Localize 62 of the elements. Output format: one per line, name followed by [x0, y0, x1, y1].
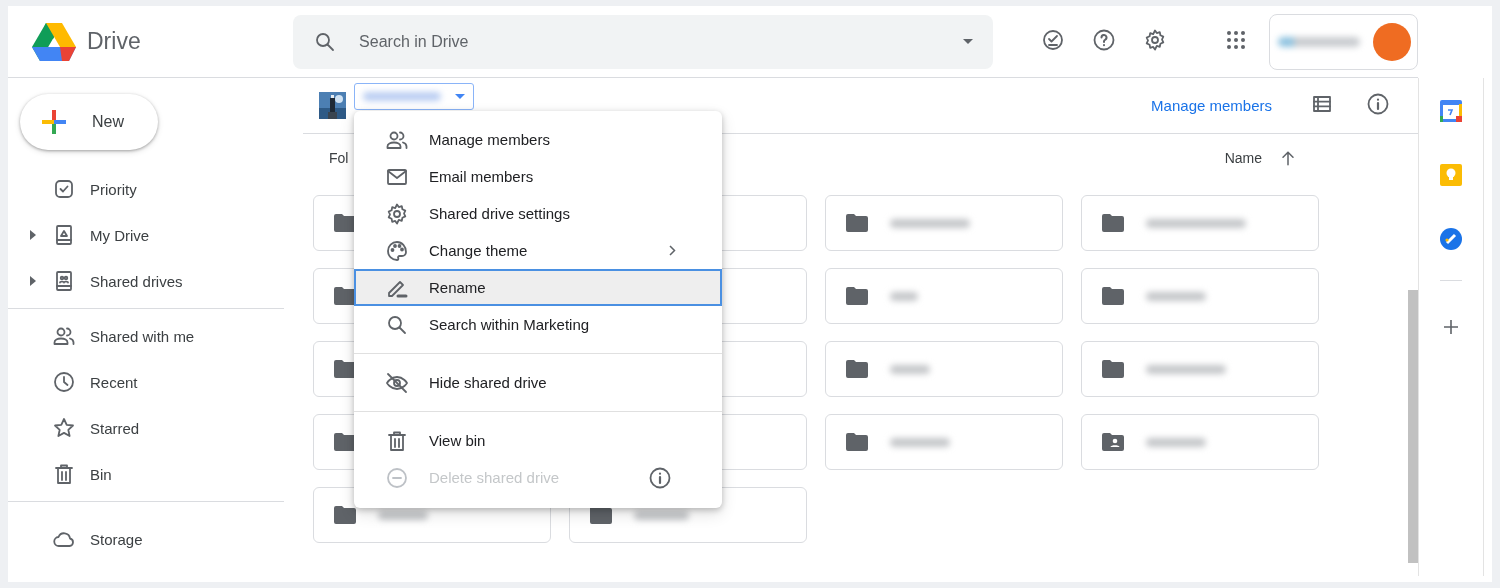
section-title: Fol	[329, 150, 349, 166]
folder-card[interactable]	[1081, 414, 1319, 470]
sidebar-item[interactable]: Starred	[8, 405, 284, 451]
tasks-check-icon	[1440, 228, 1462, 250]
help-icon	[1092, 27, 1117, 52]
account-button[interactable]	[1269, 13, 1418, 70]
sort-by-name-button[interactable]: Name	[1224, 150, 1262, 166]
manage-members-link[interactable]: Manage members	[1151, 97, 1272, 114]
folder-card[interactable]	[825, 195, 1063, 251]
sidebar-item[interactable]: Recent	[8, 359, 284, 405]
new-button[interactable]: New	[20, 94, 158, 150]
menu-item[interactable]: Shared drive settings	[354, 195, 722, 232]
blurred-folder-name	[890, 437, 950, 447]
minus-circle-icon	[385, 465, 409, 490]
calendar-icon	[1440, 100, 1462, 122]
star-icon	[52, 416, 76, 440]
avatar	[1373, 22, 1411, 61]
trash-icon	[52, 462, 76, 486]
menu-item[interactable]: Manage members	[354, 121, 722, 158]
folder-card[interactable]	[1081, 195, 1319, 251]
checkbox-icon	[52, 177, 76, 201]
menu-item[interactable]: View bin	[354, 422, 722, 459]
info-icon	[1366, 91, 1390, 116]
folder-card[interactable]	[825, 268, 1063, 324]
sidebar-item[interactable]: Shared with me	[8, 313, 284, 359]
blurred-folder-name	[890, 291, 918, 301]
scrollbar[interactable]	[1408, 290, 1418, 563]
menu-item[interactable]: Rename	[354, 269, 722, 306]
menu-item[interactable]: Search within Marketing	[354, 306, 722, 343]
blurred-folder-name	[1146, 291, 1206, 301]
dropdown-caret-icon	[455, 94, 465, 99]
offline-check-icon	[1041, 27, 1066, 52]
settings-icon	[385, 201, 409, 226]
folder-card[interactable]	[1081, 341, 1319, 397]
tasks-button[interactable]	[1440, 228, 1462, 250]
plus-icon	[1443, 319, 1459, 335]
sidebar-item[interactable]: My Drive	[8, 212, 284, 258]
menu-item[interactable]: Hide shared drive	[354, 364, 722, 401]
search-field[interactable]: Search in Drive	[357, 31, 944, 52]
folder-card[interactable]	[825, 341, 1063, 397]
sidebar-item[interactable]: Priority	[8, 166, 284, 212]
blurred-folder-name	[1146, 437, 1206, 447]
sidebar-item[interactable]: Storage	[8, 516, 284, 562]
plus-icon	[40, 108, 68, 136]
lightbulb-icon	[1440, 164, 1462, 186]
folder-card[interactable]	[825, 414, 1063, 470]
sidebar-item[interactable]: Shared drives	[8, 258, 284, 304]
menu-item[interactable]: Email members	[354, 158, 722, 195]
search-bar[interactable]: Search in Drive	[293, 14, 994, 69]
blurred-folder-name	[890, 364, 930, 374]
folder-card[interactable]	[1081, 268, 1319, 324]
palette-icon	[385, 238, 409, 263]
dropdown-caret-icon	[963, 39, 974, 44]
app-name: Drive	[87, 28, 141, 55]
drive-logo-icon	[32, 22, 76, 61]
apps-grid-icon	[1227, 30, 1246, 49]
calendar-button[interactable]	[1440, 100, 1462, 122]
clock-icon	[52, 370, 76, 394]
menu-item[interactable]: Change theme	[354, 232, 722, 269]
eye-off-icon	[385, 370, 409, 395]
info-icon	[648, 465, 672, 490]
sidebar-item[interactable]: Bin	[8, 451, 284, 497]
